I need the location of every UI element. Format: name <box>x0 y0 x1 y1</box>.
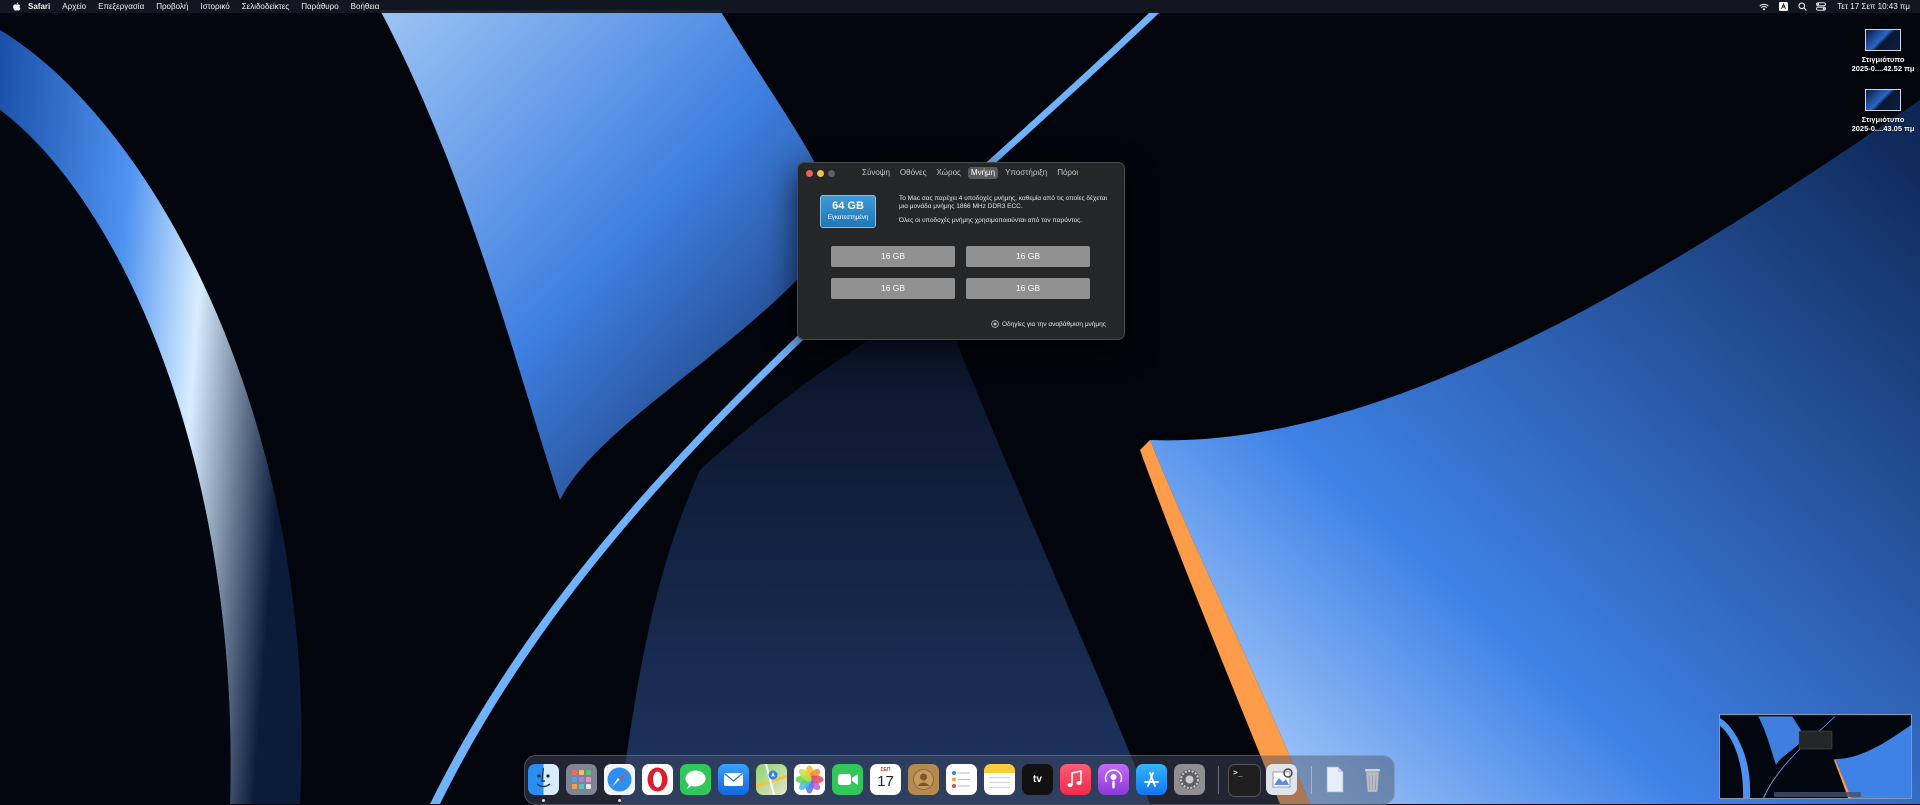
memory-total-badge: 64 GB Εγκατεστημένη <box>820 195 876 228</box>
launchpad-icon[interactable] <box>566 764 597 795</box>
apple-menu-icon[interactable] <box>10 0 22 13</box>
memory-upgrade-link[interactable]: Οδηγίες για την αναβάθμιση μνήμης <box>991 320 1106 328</box>
screenshot-thumbnail-icon <box>1865 89 1901 111</box>
desktop-file-screenshot-1[interactable]: Στιγμιότυπο 2025-0....42.52 πμ <box>1848 29 1918 73</box>
zoom-button[interactable] <box>828 170 835 177</box>
menu-view[interactable]: Προβολή <box>156 0 188 13</box>
messages-icon[interactable] <box>680 764 711 795</box>
reminders-icon[interactable] <box>946 764 977 795</box>
safari-running-indicator <box>618 799 621 802</box>
memory-upgrade-label[interactable]: Οδηγίες για την αναβάθμιση μνήμης <box>1002 321 1106 328</box>
menu-window[interactable]: Παράθυρο <box>301 0 338 13</box>
about-this-mac-window: Σύνοψη Οθόνες Χώρος Μνήμη Υποστήριξη Πόρ… <box>797 162 1125 340</box>
photos-icon[interactable] <box>794 764 825 795</box>
memory-total-value: 64 GB <box>832 200 864 212</box>
menu-clock[interactable]: Τετ 17 Σεπ 10:43 πμ <box>1837 0 1910 13</box>
window-titlebar[interactable]: Σύνοψη Οθόνες Χώρος Μνήμη Υποστήριξη Πόρ… <box>798 163 1124 183</box>
mail-icon[interactable] <box>718 764 749 795</box>
menu-extras: Τετ 17 Σεπ 10:43 πμ <box>1751 0 1920 13</box>
spotlight-icon[interactable] <box>1796 0 1808 13</box>
apple-tv-label: tv <box>1033 774 1042 785</box>
tab-memory[interactable]: Μνήμη <box>967 167 999 179</box>
screenshot-thumbnail-icon <box>1865 29 1901 51</box>
documents-folder-icon[interactable] <box>1319 764 1350 795</box>
notes-icon[interactable] <box>984 764 1015 795</box>
finder-running-indicator <box>542 799 545 802</box>
memory-slot-4: 16 GB <box>966 278 1090 299</box>
music-icon[interactable] <box>1060 764 1091 795</box>
dock-separator <box>1311 766 1312 794</box>
tab-overview[interactable]: Σύνοψη <box>859 167 893 179</box>
menu-app-name[interactable]: Safari <box>28 0 50 13</box>
memory-description-text: Το Mac σας παρέχει 4 υποδοχές μνήμης, κα… <box>899 195 1107 210</box>
screenshot-preview-thumbnail[interactable] <box>1719 714 1912 799</box>
preview-icon[interactable] <box>1266 764 1297 795</box>
tab-support[interactable]: Υποστήριξη <box>1002 167 1050 179</box>
calendar-icon[interactable]: ΣΕΠ 17 <box>870 764 901 795</box>
memory-slot-3: 16 GB <box>831 278 955 299</box>
menu-history[interactable]: Ιστορικό <box>200 0 229 13</box>
memory-description: Το Mac σας παρέχει 4 υποδοχές μνήμης, κα… <box>899 195 1114 231</box>
desktop-wallpaper <box>0 0 1920 804</box>
menu-help[interactable]: Βοήθεια <box>351 0 380 13</box>
dock: ΣΕΠ 17 tv >_ <box>524 755 1395 805</box>
menu-edit[interactable]: Επεξεργασία <box>98 0 144 13</box>
desktop-file-screenshot-2[interactable]: Στιγμιότυπο 2025-0....43.05 πμ <box>1848 89 1918 133</box>
podcasts-icon[interactable] <box>1098 764 1129 795</box>
memory-slot-2: 16 GB <box>966 246 1090 267</box>
tab-storage[interactable]: Χώρος <box>933 167 963 179</box>
apple-tv-icon[interactable]: tv <box>1022 764 1053 795</box>
menu-bar: Safari Αρχείο Επεξεργασία Προβολή Ιστορι… <box>0 0 1920 13</box>
file-name-line1: Στιγμιότυπο <box>1861 55 1905 64</box>
input-source-icon[interactable] <box>1777 0 1789 13</box>
opera-icon[interactable] <box>642 764 673 795</box>
minimize-button[interactable] <box>817 170 824 177</box>
calendar-day-label: 17 <box>877 773 894 790</box>
safari-icon[interactable] <box>604 764 635 795</box>
maps-icon[interactable] <box>756 764 787 795</box>
memory-slot-1: 16 GB <box>831 246 955 267</box>
trash-icon[interactable] <box>1357 764 1388 795</box>
dock-separator <box>1218 766 1219 794</box>
app-store-icon[interactable] <box>1136 764 1167 795</box>
menu-file[interactable]: Αρχείο <box>62 0 86 13</box>
finder-icon[interactable] <box>528 764 559 795</box>
menu-bookmarks[interactable]: Σελιδοδείκτες <box>242 0 290 13</box>
file-name-line2: 2025-0....42.52 πμ <box>1851 64 1915 73</box>
close-button[interactable] <box>806 170 813 177</box>
terminal-icon[interactable]: >_ <box>1228 764 1261 797</box>
wifi-icon[interactable] <box>1758 0 1770 13</box>
tab-bar: Σύνοψη Οθόνες Χώρος Μνήμη Υποστήριξη Πόρ… <box>859 167 1085 179</box>
file-name-line2: 2025-0....43.05 πμ <box>1851 124 1915 133</box>
tab-displays[interactable]: Οθόνες <box>897 167 930 179</box>
contacts-icon[interactable] <box>908 764 939 795</box>
file-name-line1: Στιγμιότυπο <box>1861 115 1905 124</box>
tab-resources[interactable]: Πόροι <box>1054 167 1081 179</box>
terminal-prompt-label: >_ <box>1233 768 1243 777</box>
control-center-icon[interactable] <box>1815 0 1827 13</box>
memory-total-status: Εγκατεστημένη <box>827 215 869 221</box>
help-icon <box>991 320 999 328</box>
facetime-icon[interactable] <box>832 764 863 795</box>
memory-slots-status: Όλες οι υποδοχές μνήμης χρησιμοποιούνται… <box>899 217 1083 224</box>
system-settings-icon[interactable] <box>1174 764 1205 795</box>
